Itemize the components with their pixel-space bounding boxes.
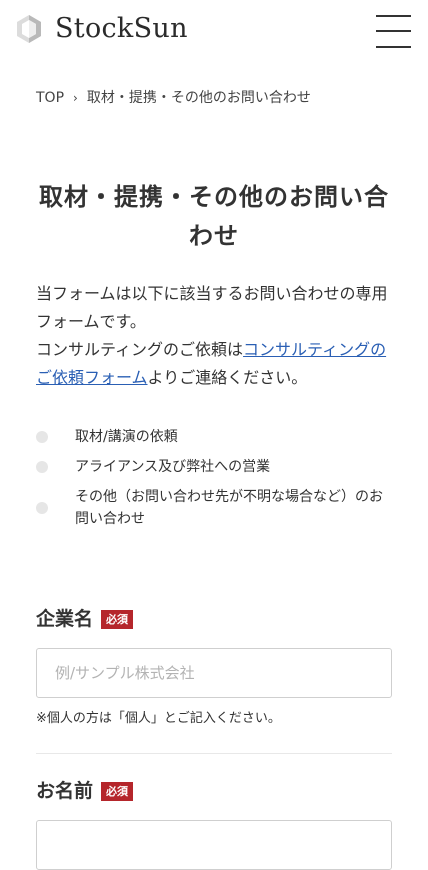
- inquiry-purpose-list: 取材/講演の依頼 アライアンス及び弊社への営業 その他（お問い合わせ先が不明な場…: [36, 426, 392, 538]
- name-input[interactable]: [36, 820, 392, 870]
- intro-text: 当フォームは以下に該当するお問い合わせの専用フォームです。 コンサルティングのご…: [36, 280, 392, 392]
- intro-consult-suffix: よりご連絡ください。: [147, 368, 308, 387]
- hexagon-logo-icon: [17, 15, 41, 43]
- intro-description: 当フォームは以下に該当するお問い合わせの専用フォームです。: [36, 284, 388, 331]
- name-label: お名前: [36, 780, 94, 802]
- company-name-input[interactable]: [36, 648, 392, 698]
- logo-text: StockSun: [55, 13, 188, 44]
- menu-bar: [376, 30, 411, 32]
- required-badge: 必須: [101, 609, 134, 629]
- intro-consult-prefix: コンサルティングのご依頼は: [36, 340, 244, 359]
- purpose-label: アライアンス及び弊社への営業: [75, 459, 271, 475]
- list-item: アライアンス及び弊社への営業: [36, 456, 392, 478]
- list-item: 取材/講演の依頼: [36, 426, 392, 448]
- name-field-label: お名前 必須: [36, 779, 134, 803]
- bullet-icon: [36, 461, 48, 473]
- menu-bar: [376, 46, 411, 48]
- list-item: その他（お問い合わせ先が不明な場合など）のお問い合わせ: [36, 486, 392, 530]
- breadcrumb-home-link[interactable]: TOP: [36, 88, 64, 108]
- bullet-icon: [36, 431, 48, 443]
- company-label: 企業名: [36, 608, 94, 630]
- purpose-label: 取材/講演の依頼: [75, 429, 178, 445]
- hamburger-menu-icon[interactable]: [376, 14, 411, 49]
- breadcrumb: TOP › 取材・提携・その他のお問い合わせ: [36, 88, 311, 108]
- menu-bar: [376, 15, 411, 17]
- site-logo[interactable]: StockSun: [16, 14, 188, 44]
- required-badge: 必須: [101, 781, 134, 801]
- site-header: StockSun: [0, 0, 428, 62]
- company-field-label: 企業名 必須: [36, 607, 134, 631]
- page-title: 取材・提携・その他のお問い合わせ: [39, 183, 389, 250]
- breadcrumb-separator: ›: [73, 91, 78, 105]
- purpose-label: その他（お問い合わせ先が不明な場合など）のお問い合わせ: [75, 489, 383, 527]
- company-note: ※個人の方は「個人」とご記入ください。: [36, 711, 281, 726]
- breadcrumb-current: 取材・提携・その他のお問い合わせ: [86, 90, 311, 106]
- divider: [36, 753, 392, 754]
- bullet-icon: [36, 502, 48, 514]
